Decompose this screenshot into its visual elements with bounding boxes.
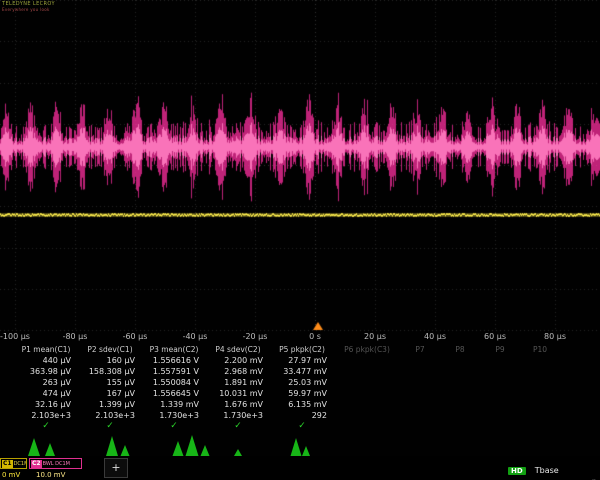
measure-value: 167 µV	[78, 388, 142, 399]
measure-value: 1.556616 V	[142, 355, 206, 366]
graticule-canvas[interactable]	[0, 0, 600, 332]
measure-value: 1.399 µV	[78, 399, 142, 410]
measure-row: 263 µV155 µV1.550084 V1.891 mV25.03 mV	[0, 377, 600, 388]
measure-value: 263 µV	[14, 377, 78, 388]
measure-value: 10.031 mV	[206, 388, 270, 399]
measure-value: 32.16 µV	[14, 399, 78, 410]
c1-coupling: DC1M	[14, 461, 27, 467]
time-axis-label: 40 µs	[424, 332, 446, 341]
measure-value: 1.557591 V	[142, 366, 206, 377]
measure-value: 2.200 mV	[206, 355, 270, 366]
measure-value: 6.135 mV	[270, 399, 334, 410]
measure-value: 1.676 mV	[206, 399, 270, 410]
measure-value: 155 µV	[78, 377, 142, 388]
measure-value: 474 µV	[14, 388, 78, 399]
channel-descriptor-c1[interactable]: C1 DC1M	[0, 458, 27, 469]
measure-row: 2.103e+32.103e+31.730e+31.730e+3292	[0, 410, 600, 421]
measure-value: 1.730e+3	[206, 410, 270, 421]
measure-value: 363.98 µV	[14, 366, 78, 377]
oscilloscope-screen: TELEDYNE LECROY Everywhere you look -100…	[0, 0, 600, 480]
measure-value: 33.477 mV	[270, 366, 334, 377]
measure-body: 440 µV160 µV1.556616 V2.200 mV27.97 mV36…	[0, 355, 600, 421]
time-axis-label: -20 µs	[243, 332, 268, 341]
brand-line-2: Everywhere you look	[2, 7, 55, 13]
time-axis-label: -40 µs	[183, 332, 208, 341]
hd-badge: HD	[508, 467, 526, 475]
measure-column-header[interactable]: P10	[520, 344, 560, 355]
measure-value: 160 µV	[78, 355, 142, 366]
measure-column-header[interactable]: P7	[400, 344, 440, 355]
measure-table: P1 mean(C1)P2 sdev(C1)P3 mean(C2)P4 sdev…	[0, 344, 600, 432]
measure-value: 2.103e+3	[78, 410, 142, 421]
brand-watermark: TELEDYNE LECROY Everywhere you look	[2, 1, 55, 13]
time-axis-label: -60 µs	[123, 332, 148, 341]
timebase-label: Tbase	[535, 466, 559, 475]
time-axis-label: 80 µs	[544, 332, 566, 341]
c2-vdiv-value: 10.0 mV	[36, 471, 65, 479]
c1-offset-value: 0 mV	[2, 471, 20, 479]
measure-column-header[interactable]: P6 pkpk(C3)	[334, 344, 400, 355]
measure-value: 158.308 µV	[78, 366, 142, 377]
measure-column-header[interactable]: P3 mean(C2)	[142, 344, 206, 355]
measure-column-header[interactable]: P1 mean(C1)	[14, 344, 78, 355]
measure-column-header[interactable]: P4 sdev(C2)	[206, 344, 270, 355]
histicon-strip[interactable]	[0, 432, 600, 458]
measure-status-ok-icon: ✓	[206, 421, 270, 432]
measure-status-ok-icon: ✓	[78, 421, 142, 432]
measure-value: 59.97 mV	[270, 388, 334, 399]
measure-row: 32.16 µV1.399 µV1.339 mV1.676 mV6.135 mV	[0, 399, 600, 410]
time-axis-label: -80 µs	[63, 332, 88, 341]
add-trace-button[interactable]: +	[104, 458, 128, 478]
measure-status-ok-icon: ✓	[14, 421, 78, 432]
measure-header-row: P1 mean(C1)P2 sdev(C1)P3 mean(C2)P4 sdev…	[0, 344, 600, 355]
measure-column-header[interactable]: P5 pkpk(C2)	[270, 344, 334, 355]
time-axis-label: 0 s	[309, 332, 321, 341]
time-axis-label: 20 µs	[364, 332, 386, 341]
c1-tag: C1	[2, 460, 13, 468]
measure-value: 292	[270, 410, 334, 421]
measure-column-header[interactable]: P9	[480, 344, 520, 355]
measure-value: 1.730e+3	[142, 410, 206, 421]
measure-status-row: ✓✓✓✓✓	[0, 421, 600, 432]
measure-value: 1.556645 V	[142, 388, 206, 399]
bottom-bar: C1 DC1M C2 BWL DC1M 0 mV 10.0 mV + HD Tb…	[0, 456, 600, 480]
measure-value: 1.550084 V	[142, 377, 206, 388]
measure-value: 440 µV	[14, 355, 78, 366]
measure-value: 1.891 mV	[206, 377, 270, 388]
measure-row: 440 µV160 µV1.556616 V2.200 mV27.97 mV	[0, 355, 600, 366]
measure-status-ok-icon: ✓	[142, 421, 206, 432]
time-axis-label: 60 µs	[484, 332, 506, 341]
time-axis: -100 µs -80 µs -60 µs -40 µs -20 µs 0 s 20 µs 4…	[0, 332, 600, 343]
time-axis-label: -100 µs	[0, 332, 30, 341]
measure-value: 1.339 mV	[142, 399, 206, 410]
measure-value: 2.968 mV	[206, 366, 270, 377]
c2-tag: C2	[31, 460, 42, 468]
measure-value: 27.97 mV	[270, 355, 334, 366]
measure-row: 363.98 µV158.308 µV1.557591 V2.968 mV33.…	[0, 366, 600, 377]
c2-coupling: BWL DC1M	[43, 461, 70, 467]
measure-value: 25.03 mV	[270, 377, 334, 388]
measure-value: 2.103e+3	[14, 410, 78, 421]
measure-column-header[interactable]: P2 sdev(C1)	[78, 344, 142, 355]
measure-status-ok-icon: ✓	[270, 421, 334, 432]
measure-row: 474 µV167 µV1.556645 V10.031 mV59.97 mV	[0, 388, 600, 399]
timebase-descriptor[interactable]: HD Tbase 20.0 µs/div	[508, 458, 600, 479]
measure-column-header[interactable]: P8	[440, 344, 480, 355]
channel-descriptor-c2[interactable]: C2 BWL DC1M	[29, 458, 82, 469]
